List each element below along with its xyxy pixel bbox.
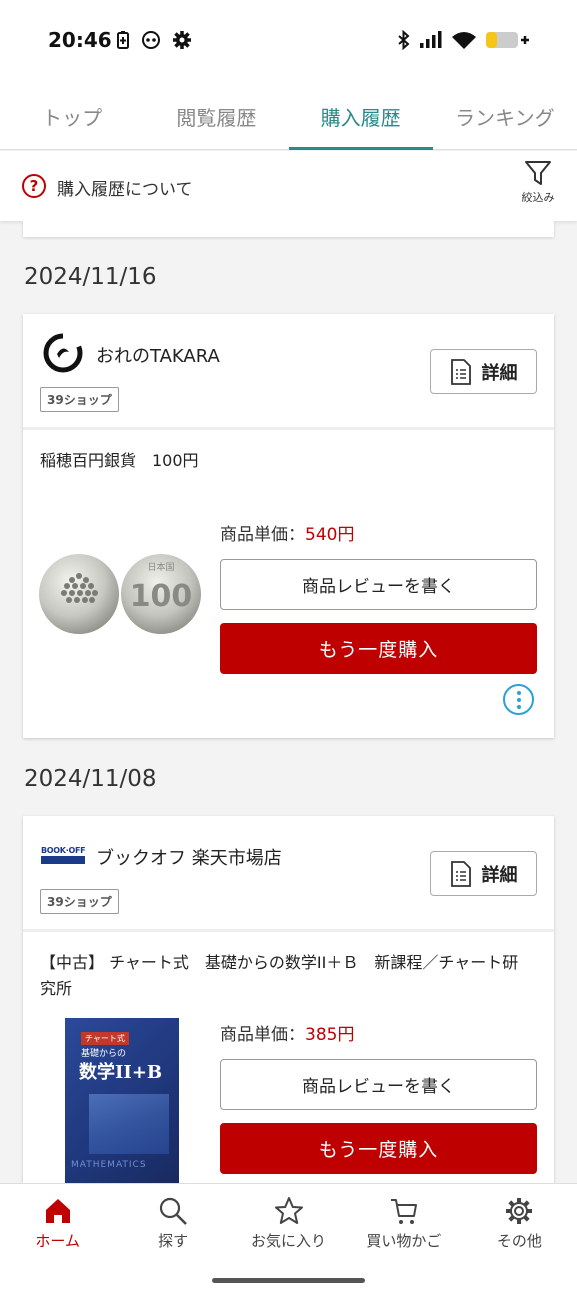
unit-price: 商品単価：540円	[220, 520, 354, 545]
order-detail-label: 詳細	[481, 362, 518, 384]
bluetooth-icon	[398, 30, 410, 50]
unit-price-value: 540円	[305, 525, 355, 545]
status-left-icons	[116, 30, 192, 50]
tab-purchase-history[interactable]: 購入履歴	[288, 80, 434, 150]
bookoff-logo-text: BOOK·OFF	[41, 846, 86, 855]
status-time: 20:46	[48, 28, 112, 52]
order-date: 2024/11/16	[24, 264, 157, 290]
shop-header: おれのTAKARA 39ショップ 詳細	[23, 314, 554, 430]
home-icon	[45, 1199, 70, 1223]
assistant-icon	[142, 31, 160, 49]
book-cover-series: チャート式	[81, 1032, 129, 1045]
battery-icon	[486, 32, 529, 48]
order-card: BOOK·OFF ブックオフ 楽天市場店 39ショップ 詳細 【中古】 チャート…	[23, 816, 554, 1183]
shop-logo[interactable]	[41, 332, 85, 374]
order-card: おれのTAKARA 39ショップ 詳細 稲穂百円銀貨 100円 100 日本国 …	[23, 314, 554, 738]
buy-again-button[interactable]: もう一度購入	[220, 623, 537, 674]
cart-icon	[390, 1199, 417, 1224]
unit-price-value: 385円	[305, 1025, 355, 1045]
filter-icon	[525, 161, 551, 185]
nav-home[interactable]: ホーム	[0, 1184, 115, 1262]
purchase-history-about-link[interactable]: 購入履歴について	[57, 175, 193, 200]
document-icon	[450, 860, 471, 887]
filter-button[interactable]: 絞込み	[516, 159, 560, 205]
unit-price-label: 商品単価：	[220, 525, 305, 545]
item-title[interactable]: 【中古】 チャート式 基礎からの数学II＋Ｂ 新課程／チャート研究所	[40, 950, 534, 1002]
order-detail-button[interactable]: 詳細	[430, 851, 537, 896]
item-image-book-cover[interactable]: チャート式 基礎からの 数学II+B MATHEMATICS	[65, 1018, 179, 1183]
order-item: 稲穂百円銀貨 100円 100 日本国 商品単価：540円 商品レビューを書く …	[23, 430, 554, 735]
gear-icon	[506, 1198, 533, 1224]
purchase-history-info-bar: ? 購入履歴について 絞込み	[0, 151, 577, 221]
nav-favorites[interactable]: お気に入り	[231, 1184, 346, 1262]
shop-logo[interactable]: BOOK·OFF	[41, 846, 86, 866]
signal-icon	[420, 31, 442, 48]
history-tabs: トップ 閲覧履歴 購入履歴 ランキング	[0, 80, 577, 150]
order-detail-label: 詳細	[481, 864, 518, 886]
shop-name[interactable]: おれのTAKARA	[96, 342, 220, 368]
write-review-button[interactable]: 商品レビューを書く	[220, 1059, 537, 1110]
nav-other-label: その他	[496, 1232, 542, 1250]
order-list[interactable]: 2024/11/16 おれのTAKARA 39ショップ 詳細 稲穂百円銀貨 10…	[0, 221, 577, 1183]
status-right-icons	[397, 30, 529, 50]
buy-again-button[interactable]: もう一度購入	[220, 1123, 537, 1174]
write-review-button[interactable]: 商品レビューを書く	[220, 559, 537, 610]
nav-cart[interactable]: 買い物かご	[346, 1184, 461, 1262]
nav-search[interactable]: 探す	[115, 1184, 230, 1262]
bottom-navigation: ホーム 探す お気に入り 買い物かご その他	[0, 1183, 577, 1296]
settings-status-icon	[173, 31, 191, 49]
item-image-coin[interactable]: 100 日本国	[39, 550, 203, 638]
home-indicator[interactable]	[212, 1278, 365, 1283]
svg-text:日本国: 日本国	[147, 561, 174, 573]
order-item: 【中古】 チャート式 基礎からの数学II＋Ｂ 新課程／チャート研究所 チャート式…	[23, 932, 554, 1183]
shop-header: BOOK·OFF ブックオフ 楽天市場店 39ショップ 詳細	[23, 816, 554, 932]
tab-top[interactable]: トップ	[0, 80, 144, 149]
book-cover-graphic	[89, 1094, 169, 1154]
svg-text:100: 100	[130, 579, 193, 614]
book-cover-title: 数学II+B	[79, 1062, 163, 1083]
nav-search-label: 探す	[158, 1232, 189, 1250]
search-icon	[160, 1197, 187, 1225]
previous-order-card-edge	[23, 221, 554, 237]
shop-badge: 39ショップ	[40, 889, 119, 914]
order-detail-button[interactable]: 詳細	[430, 349, 537, 394]
unit-price-label: 商品単価：	[220, 1025, 305, 1045]
shop-name[interactable]: ブックオフ 楽天市場店	[96, 844, 282, 870]
bookoff-logo-bar	[41, 856, 85, 864]
document-icon	[450, 358, 471, 385]
book-cover-footer: MATHEMATICS	[71, 1160, 147, 1170]
star-icon	[274, 1197, 303, 1224]
filter-label: 絞込み	[521, 191, 555, 204]
wifi-icon	[452, 32, 476, 49]
nav-favorites-label: お気に入り	[251, 1232, 327, 1250]
status-bar: 20:46	[0, 0, 577, 80]
shop-badge: 39ショップ	[40, 387, 119, 412]
nav-home-label: ホーム	[35, 1232, 80, 1250]
order-date: 2024/11/08	[24, 766, 157, 792]
tab-browsing-history[interactable]: 閲覧履歴	[144, 80, 288, 149]
question-icon[interactable]: ?	[22, 174, 46, 198]
battery-saver-icon	[117, 31, 129, 49]
nav-cart-label: 買い物かご	[366, 1232, 442, 1250]
unit-price: 商品単価：385円	[220, 1020, 354, 1045]
tab-ranking[interactable]: ランキング	[433, 80, 577, 149]
item-title[interactable]: 稲穂百円銀貨 100円	[40, 448, 534, 474]
nav-other[interactable]: その他	[462, 1184, 577, 1262]
more-options-icon[interactable]	[503, 684, 534, 715]
